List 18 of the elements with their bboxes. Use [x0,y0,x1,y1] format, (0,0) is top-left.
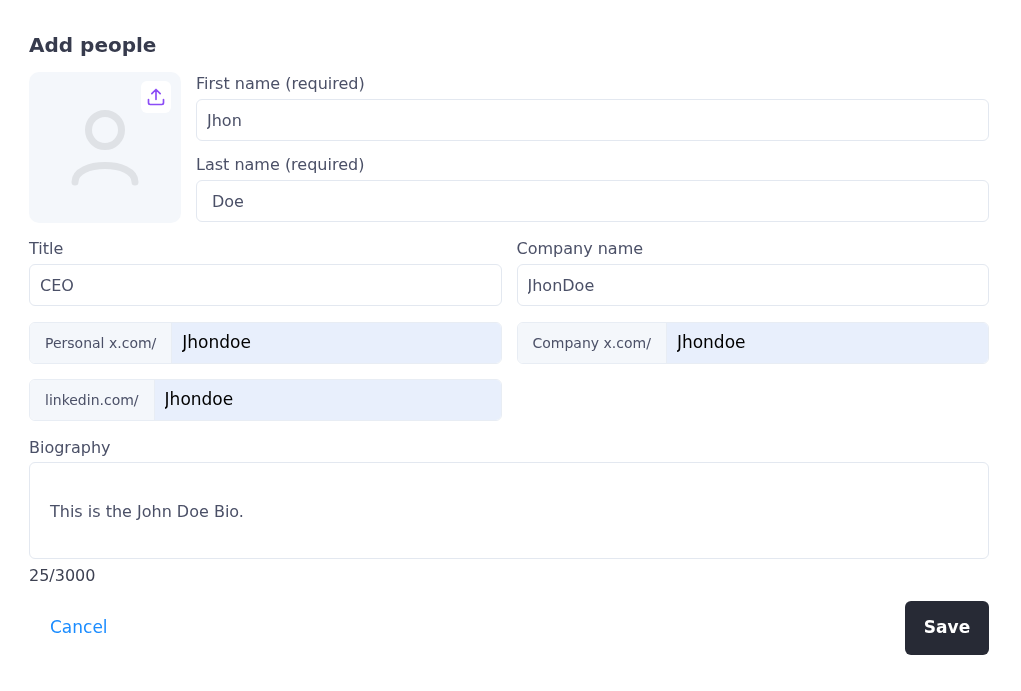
page-title: Add people [29,32,158,59]
text-field[interactable]: Doe [196,180,989,222]
field-label: Biography [29,437,112,459]
save-button[interactable]: Save [905,601,989,655]
text-field[interactable]: Jhon [196,99,989,141]
field-label: Last name (required) [196,154,366,176]
text-field[interactable]: CEO [29,264,502,306]
biography-field[interactable]: This is the John Doe Bio. [29,462,989,559]
upload-button[interactable] [141,81,171,113]
field-label: Title [29,238,65,260]
url-prefix: Personal x.com/ [30,323,173,363]
field-label: First name (required) [196,73,366,95]
character-counter: 25/3000 [29,565,97,587]
url-prefix: linkedin.com/ [30,380,155,420]
field-label: Company name [516,238,645,260]
text-field[interactable]: JhonDoe [516,264,989,306]
upload-icon [146,87,166,107]
url-prefix: Company x.com/ [517,323,667,363]
